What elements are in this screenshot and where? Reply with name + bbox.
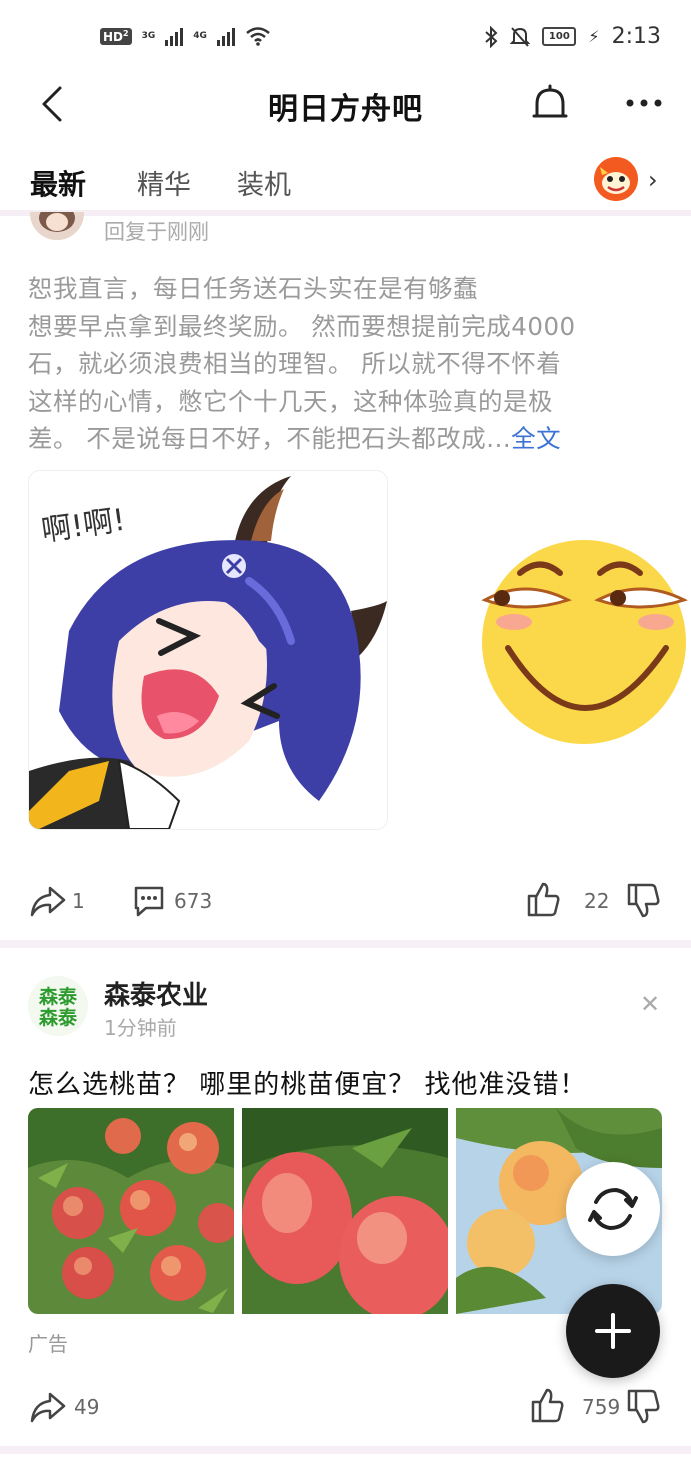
thumbs-down-icon[interactable] bbox=[626, 882, 660, 920]
signal-icon bbox=[165, 26, 184, 46]
post-image[interactable]: 啊!啊! bbox=[28, 470, 388, 830]
tab-latest[interactable]: 最新 bbox=[30, 163, 86, 203]
advertiser-logo[interactable]: 森泰 森泰 bbox=[28, 976, 88, 1036]
reply-time: 回复于刚刚 bbox=[104, 220, 209, 244]
ad-image-2[interactable] bbox=[242, 1108, 448, 1314]
page-title: 明日方舟吧 bbox=[268, 92, 423, 127]
bell-icon[interactable] bbox=[530, 84, 570, 126]
post-line: 恕我直言，每日任务送石头实在是有够蠢 bbox=[28, 274, 478, 303]
signal-icon-2 bbox=[216, 26, 235, 46]
advertiser-name[interactable]: 森泰农业 bbox=[104, 975, 208, 1012]
comment-count: 673 bbox=[174, 889, 213, 913]
svg-text:森泰: 森泰 bbox=[39, 985, 78, 1008]
share-count: 49 bbox=[74, 1395, 100, 1419]
post-line: 想要早点拿到最终奖励。 然而要想提前完成4000 bbox=[28, 311, 576, 341]
network-label-1: 3G bbox=[141, 31, 156, 41]
like-count: 759 bbox=[582, 1395, 621, 1419]
battery-icon: 100 bbox=[542, 27, 577, 46]
tab-featured[interactable]: 精华 bbox=[137, 163, 191, 202]
post-time: 1分钟前 bbox=[104, 1016, 177, 1040]
bar-mascot-icon[interactable] bbox=[594, 157, 638, 201]
like-count: 22 bbox=[584, 889, 610, 913]
clock: 2:13 bbox=[611, 24, 661, 49]
post-divider bbox=[0, 1446, 691, 1454]
svg-text:森泰: 森泰 bbox=[39, 1006, 78, 1029]
thumbs-down-icon[interactable] bbox=[626, 1388, 660, 1426]
share-icon[interactable] bbox=[30, 884, 66, 918]
status-bar: HD2 3G 4G 100 ⚡ 2:13 bbox=[0, 0, 691, 80]
charging-icon: ⚡ bbox=[588, 27, 600, 46]
wifi-icon bbox=[246, 27, 270, 46]
new-post-button[interactable] bbox=[566, 1284, 660, 1378]
refresh-icon bbox=[588, 1187, 638, 1231]
tab-build[interactable]: 装机 bbox=[237, 163, 291, 202]
ad-text[interactable]: 怎么选桃苗？ 哪里的桃苗便宜？ 找他准没错！ bbox=[28, 1064, 587, 1101]
thumbs-up-icon[interactable] bbox=[526, 880, 560, 918]
close-icon[interactable]: ✕ bbox=[640, 990, 660, 1018]
share-icon[interactable] bbox=[30, 1390, 66, 1424]
share-count: 1 bbox=[72, 889, 85, 913]
mute-bell-icon bbox=[510, 26, 531, 47]
post-line: 这样的心情，憋它个十几天，这种体验真的是极 bbox=[28, 386, 553, 416]
full-text-link[interactable]: 全文 bbox=[511, 424, 561, 453]
post-divider bbox=[0, 940, 691, 948]
refresh-button[interactable] bbox=[566, 1162, 660, 1256]
post-body[interactable]: 恕我直言，每日任务送石头实在是有够蠢 想要早点拿到最终奖励。 然而要想提前完成4… bbox=[28, 270, 668, 458]
ad-label: 广告 bbox=[28, 1332, 68, 1356]
chevron-right-icon[interactable]: › bbox=[648, 166, 658, 194]
post-line: 石，就必须浪费相当的理智。 所以就不得不怀着 bbox=[28, 349, 562, 378]
bluetooth-icon bbox=[485, 25, 498, 48]
network-label-2: 4G bbox=[193, 31, 207, 41]
ad-image-1[interactable] bbox=[28, 1108, 234, 1314]
smirk-emoji-icon bbox=[481, 540, 688, 744]
hd-badge: HD2 bbox=[100, 27, 132, 45]
more-icon[interactable] bbox=[624, 96, 664, 110]
thumbs-up-icon[interactable] bbox=[530, 1386, 564, 1424]
post-line: 差。 不是说每日不好，不能把石头都改成... bbox=[28, 424, 512, 453]
comment-icon[interactable] bbox=[132, 884, 166, 918]
avatar[interactable] bbox=[30, 212, 84, 240]
plus-icon bbox=[595, 1313, 631, 1349]
